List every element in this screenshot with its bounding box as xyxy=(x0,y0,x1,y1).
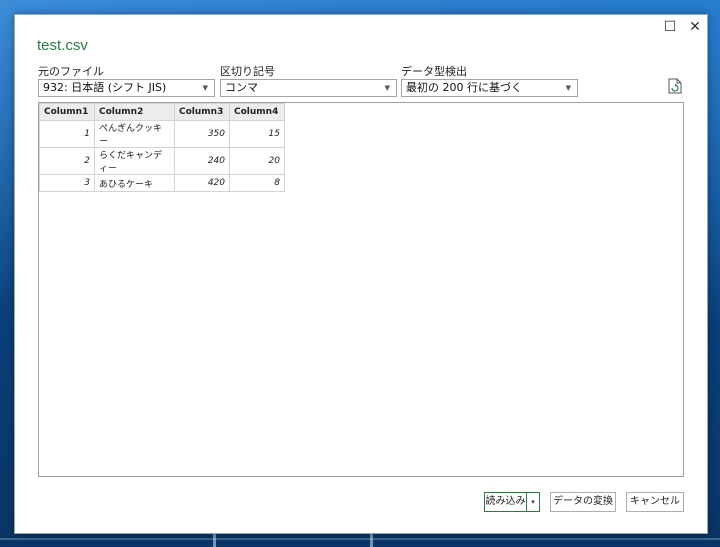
type-detection-value: 最初の 200 行に基づく xyxy=(406,81,522,94)
table-cell: 420 xyxy=(174,174,230,192)
table-cell: ぺんぎんクッキー xyxy=(94,120,175,148)
load-dropdown-button[interactable]: ▾ xyxy=(526,492,540,512)
table-cell: 1 xyxy=(39,120,95,148)
load-button[interactable]: 読み込み xyxy=(484,492,527,512)
chevron-down-icon: ▾ xyxy=(531,498,535,506)
table-cell: 20 xyxy=(229,147,285,175)
csv-import-dialog: ☐ ✕ test.csv 元のファイル 932: 日本語 (シフト JIS) ▼… xyxy=(14,14,708,534)
dialog-title: test.csv xyxy=(37,37,88,54)
delimiter-select[interactable]: コンマ ▼ xyxy=(220,79,397,97)
table-row: 3 あひるケーキ 420 8 xyxy=(39,174,285,192)
close-icon: ✕ xyxy=(689,19,701,35)
column-header: Column1 xyxy=(39,103,95,121)
data-preview-table: Column1 Column2 Column3 Column4 1 ぺんぎんクッ… xyxy=(39,103,285,192)
table-cell: 8 xyxy=(229,174,285,192)
file-origin-select[interactable]: 932: 日本語 (シフト JIS) ▼ xyxy=(38,79,215,97)
cancel-button[interactable]: キャンセル xyxy=(626,492,684,512)
table-cell: 350 xyxy=(174,120,230,148)
maximize-icon: ☐ xyxy=(663,19,677,35)
column-header: Column4 xyxy=(229,103,285,121)
table-header-row: Column1 Column2 Column3 Column4 xyxy=(39,103,285,121)
file-origin-value: 932: 日本語 (シフト JIS) xyxy=(43,81,167,94)
delimiter-label: 区切り記号 xyxy=(220,65,275,78)
chevron-down-icon: ▼ xyxy=(384,84,390,92)
table-cell: 3 xyxy=(39,174,95,192)
file-origin-label: 元のファイル xyxy=(38,65,104,78)
refresh-preview-icon[interactable] xyxy=(668,78,682,94)
table-row: 1 ぺんぎんクッキー 350 15 xyxy=(39,120,285,148)
maximize-button[interactable]: ☐ xyxy=(659,17,681,37)
table-cell: 2 xyxy=(39,147,95,175)
table-cell: 240 xyxy=(174,147,230,175)
column-header: Column3 xyxy=(174,103,230,121)
table-cell: らくだキャンディー xyxy=(94,147,175,175)
delimiter-value: コンマ xyxy=(225,81,258,94)
close-button[interactable]: ✕ xyxy=(684,17,706,37)
column-header: Column2 xyxy=(94,103,175,121)
type-detection-label: データ型検出 xyxy=(401,65,467,78)
chevron-down-icon: ▼ xyxy=(565,84,571,92)
transform-data-button[interactable]: データの変換 xyxy=(550,492,616,512)
type-detection-select[interactable]: 最初の 200 行に基づく ▼ xyxy=(401,79,578,97)
data-preview-area[interactable]: Column1 Column2 Column3 Column4 1 ぺんぎんクッ… xyxy=(38,102,684,477)
table-cell: あひるケーキ xyxy=(94,174,175,192)
wallpaper-line xyxy=(0,538,720,540)
table-cell: 15 xyxy=(229,120,285,148)
chevron-down-icon: ▼ xyxy=(202,84,208,92)
table-row: 2 らくだキャンディー 240 20 xyxy=(39,147,285,175)
